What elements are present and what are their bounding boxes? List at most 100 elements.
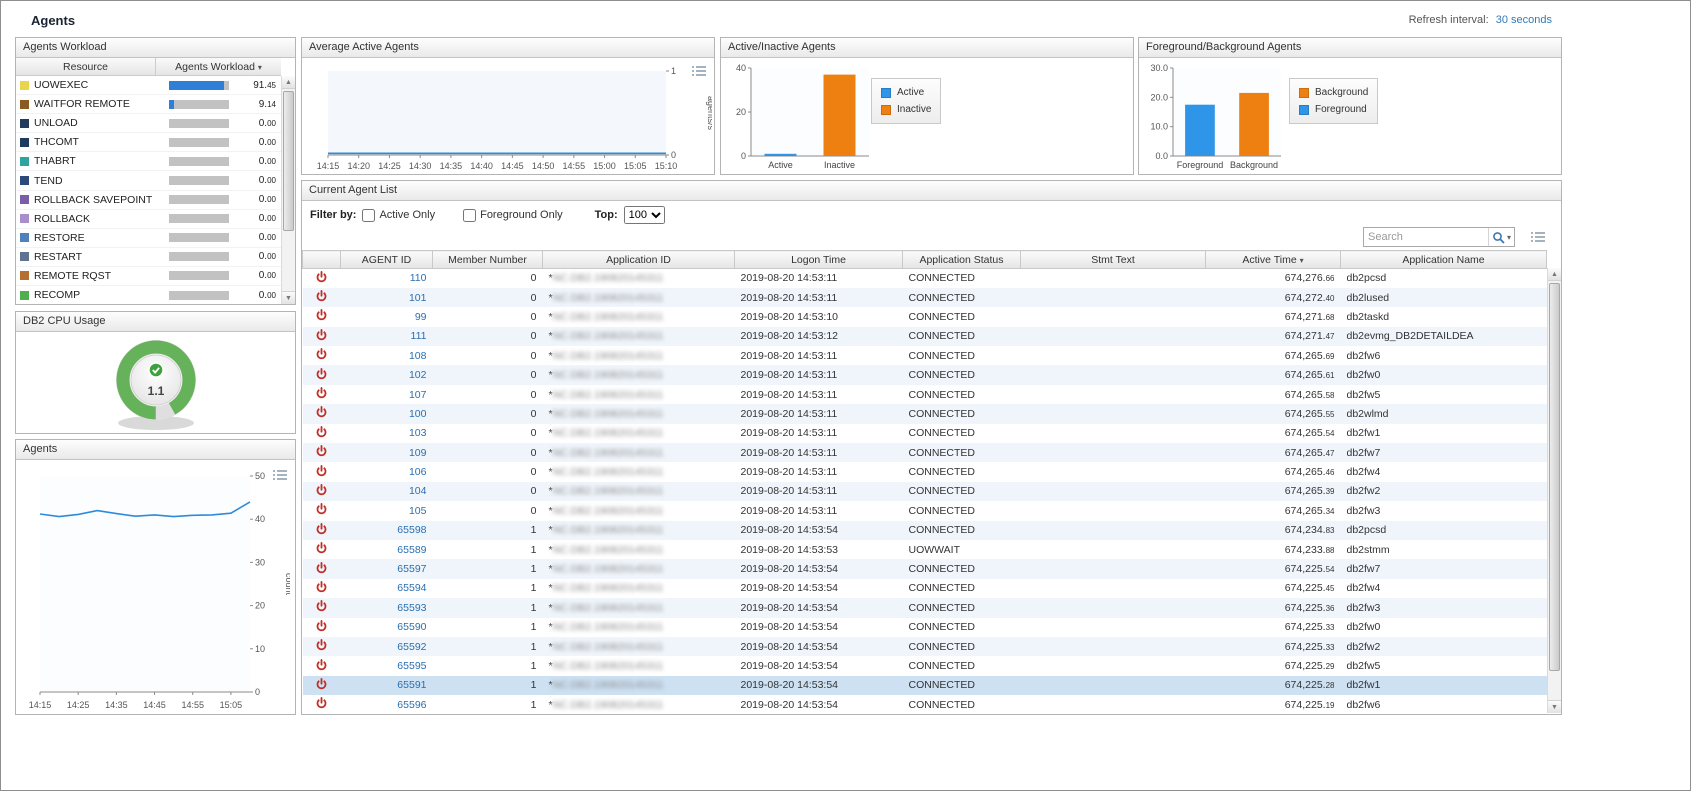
top-select[interactable]: 100 bbox=[624, 206, 665, 224]
agent-row[interactable]: 1050*NC.DB2.1908201453112019-08-20 14:53… bbox=[303, 501, 1547, 520]
agent-id-link[interactable]: 102 bbox=[409, 369, 427, 381]
col-header-logon[interactable]: Logon Time bbox=[735, 251, 903, 269]
force-agent-button[interactable] bbox=[316, 465, 327, 477]
agent-row[interactable]: 655911*NC.DB2.1908201453112019-08-20 14:… bbox=[303, 676, 1547, 695]
workload-row[interactable]: THCOMT0.00 bbox=[16, 133, 281, 152]
force-agent-button[interactable] bbox=[316, 562, 327, 574]
col-header-id[interactable]: AGENT ID bbox=[341, 251, 433, 269]
workload-row[interactable]: RESTART0.00 bbox=[16, 248, 281, 267]
workload-row[interactable]: REMOTE RQST0.00 bbox=[16, 267, 281, 286]
force-agent-button[interactable] bbox=[316, 387, 327, 399]
force-agent-button[interactable] bbox=[316, 620, 327, 632]
agent-row[interactable]: 655961*NC.DB2.1908201453112019-08-20 14:… bbox=[303, 695, 1547, 714]
agent-id-link[interactable]: 108 bbox=[409, 350, 427, 362]
workload-row[interactable]: RECOMP0.00 bbox=[16, 286, 281, 305]
col-header-app[interactable]: Application ID bbox=[543, 251, 735, 269]
force-agent-button[interactable] bbox=[316, 271, 327, 283]
agent-id-link[interactable]: 100 bbox=[409, 408, 427, 420]
agent-row[interactable]: 1100*NC.DB2.1908201453112019-08-20 14:53… bbox=[303, 269, 1547, 288]
col-header-aname[interactable]: Application Name bbox=[1341, 251, 1547, 269]
col-header-atime[interactable]: Active Time ▾ bbox=[1206, 251, 1341, 269]
agent-id-link[interactable]: 101 bbox=[409, 292, 427, 304]
agent-id-link[interactable]: 65597 bbox=[397, 563, 426, 575]
agent-row[interactable]: 1040*NC.DB2.1908201453112019-08-20 14:53… bbox=[303, 482, 1547, 501]
workload-row[interactable]: ROLLBACK SAVEPOINT0.00 bbox=[16, 191, 281, 210]
agent-id-link[interactable]: 65592 bbox=[397, 641, 426, 653]
refresh-interval-value[interactable]: 30 seconds bbox=[1496, 14, 1552, 26]
force-agent-button[interactable] bbox=[316, 523, 327, 535]
force-agent-button[interactable] bbox=[316, 329, 327, 341]
agent-row[interactable]: 1030*NC.DB2.1908201453112019-08-20 14:53… bbox=[303, 424, 1547, 443]
agent-row[interactable]: 1090*NC.DB2.1908201453112019-08-20 14:53… bbox=[303, 443, 1547, 462]
workload-scrollbar[interactable]: ▲ ▼ bbox=[281, 76, 295, 304]
col-header-mem[interactable]: Member Number bbox=[433, 251, 543, 269]
scroll-thumb[interactable] bbox=[1549, 283, 1560, 671]
table-scrollbar[interactable]: ▲ ▼ bbox=[1547, 268, 1561, 713]
agent-id-link[interactable]: 65593 bbox=[397, 602, 426, 614]
agent-row[interactable]: 1010*NC.DB2.1908201453112019-08-20 14:53… bbox=[303, 288, 1547, 307]
chart-options-icon[interactable] bbox=[692, 64, 706, 82]
agent-id-link[interactable]: 65594 bbox=[397, 582, 426, 594]
agent-id-link[interactable]: 99 bbox=[415, 311, 427, 323]
force-agent-button[interactable] bbox=[316, 697, 327, 709]
active-only-label[interactable]: Active Only bbox=[379, 209, 435, 221]
workload-row[interactable]: TEND0.00 bbox=[16, 171, 281, 190]
col-header-status[interactable]: Application Status bbox=[903, 251, 1021, 269]
foreground-only-label[interactable]: Foreground Only bbox=[480, 209, 563, 221]
agent-row[interactable]: 1020*NC.DB2.1908201453112019-08-20 14:53… bbox=[303, 365, 1547, 384]
agent-row[interactable]: 1110*NC.DB2.1908201453112019-08-20 14:53… bbox=[303, 327, 1547, 346]
agent-row[interactable]: 1080*NC.DB2.1908201453112019-08-20 14:53… bbox=[303, 346, 1547, 365]
force-agent-button[interactable] bbox=[316, 581, 327, 593]
force-agent-button[interactable] bbox=[316, 503, 327, 515]
force-agent-button[interactable] bbox=[316, 309, 327, 321]
agent-row[interactable]: 655901*NC.DB2.1908201453112019-08-20 14:… bbox=[303, 618, 1547, 637]
force-agent-button[interactable] bbox=[316, 445, 327, 457]
agent-id-link[interactable]: 65595 bbox=[397, 660, 426, 672]
agent-row[interactable]: 655981*NC.DB2.1908201453112019-08-20 14:… bbox=[303, 521, 1547, 540]
force-agent-button[interactable] bbox=[316, 659, 327, 671]
agent-id-link[interactable]: 106 bbox=[409, 466, 427, 478]
scroll-up-icon[interactable]: ▲ bbox=[282, 76, 295, 89]
agent-row[interactable]: 1060*NC.DB2.1908201453112019-08-20 14:53… bbox=[303, 462, 1547, 481]
table-options-icon[interactable] bbox=[1531, 230, 1545, 248]
force-agent-button[interactable] bbox=[316, 426, 327, 438]
force-agent-button[interactable] bbox=[316, 600, 327, 612]
search-button[interactable]: ▾ bbox=[1488, 228, 1514, 246]
agent-id-link[interactable]: 65596 bbox=[397, 699, 426, 711]
workload-row[interactable]: UOWEXEC91.45 bbox=[16, 76, 281, 95]
agent-id-link[interactable]: 65589 bbox=[397, 544, 426, 556]
workload-row[interactable]: WAITFOR REMOTE9.14 bbox=[16, 95, 281, 114]
col-header-resource[interactable]: Resource bbox=[16, 58, 156, 75]
agent-row[interactable]: 655941*NC.DB2.1908201453112019-08-20 14:… bbox=[303, 579, 1547, 598]
search-input[interactable] bbox=[1364, 231, 1488, 243]
workload-row[interactable]: ROLLBACK0.00 bbox=[16, 210, 281, 229]
force-agent-button[interactable] bbox=[316, 542, 327, 554]
active-only-checkbox[interactable] bbox=[362, 209, 375, 222]
force-agent-button[interactable] bbox=[316, 484, 327, 496]
scroll-thumb[interactable] bbox=[283, 91, 294, 231]
agent-id-link[interactable]: 107 bbox=[409, 389, 427, 401]
col-header-agents-workload[interactable]: Agents Workload ▾ bbox=[156, 58, 281, 75]
force-agent-button[interactable] bbox=[316, 406, 327, 418]
agent-id-link[interactable]: 110 bbox=[410, 272, 427, 284]
agent-row[interactable]: 655931*NC.DB2.1908201453112019-08-20 14:… bbox=[303, 598, 1547, 617]
agent-row[interactable]: 1000*NC.DB2.1908201453112019-08-20 14:53… bbox=[303, 404, 1547, 423]
force-agent-button[interactable] bbox=[316, 639, 327, 651]
force-agent-button[interactable] bbox=[316, 290, 327, 302]
agent-row[interactable]: 1070*NC.DB2.1908201453112019-08-20 14:53… bbox=[303, 385, 1547, 404]
agent-row[interactable]: 655951*NC.DB2.1908201453112019-08-20 14:… bbox=[303, 656, 1547, 675]
col-header-stmt[interactable]: Stmt Text bbox=[1021, 251, 1206, 269]
agent-row[interactable]: 655921*NC.DB2.1908201453112019-08-20 14:… bbox=[303, 637, 1547, 656]
scroll-down-icon[interactable]: ▼ bbox=[282, 291, 295, 304]
workload-row[interactable]: THABRT0.00 bbox=[16, 152, 281, 171]
agent-id-link[interactable]: 65590 bbox=[397, 621, 426, 633]
workload-row[interactable]: RESTORE0.00 bbox=[16, 229, 281, 248]
agent-id-link[interactable]: 109 bbox=[409, 447, 427, 459]
force-agent-button[interactable] bbox=[316, 368, 327, 380]
agent-id-link[interactable]: 65591 bbox=[397, 679, 426, 691]
scroll-down-icon[interactable]: ▼ bbox=[1548, 700, 1561, 713]
foreground-only-checkbox[interactable] bbox=[463, 209, 476, 222]
force-agent-button[interactable] bbox=[316, 678, 327, 690]
force-agent-button[interactable] bbox=[316, 348, 327, 360]
agent-id-link[interactable]: 103 bbox=[409, 427, 427, 439]
